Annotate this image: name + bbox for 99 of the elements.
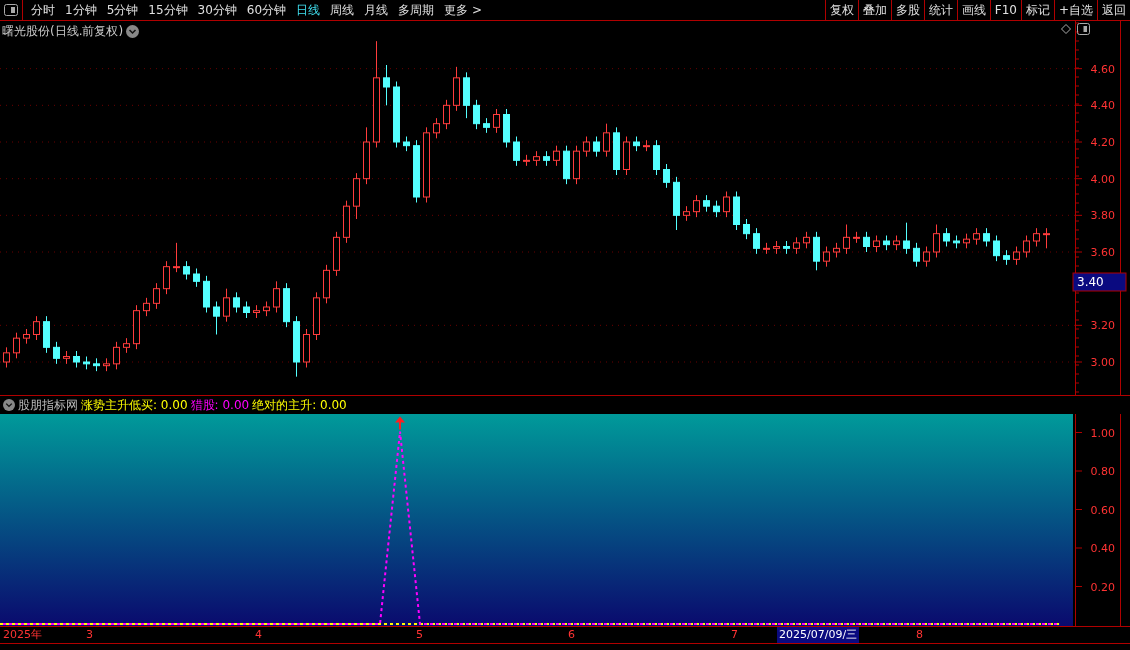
candlestick	[173, 242, 180, 273]
toolbar-button[interactable]: 返回	[1097, 0, 1130, 20]
candlestick	[193, 268, 200, 288]
candlestick	[653, 139, 660, 176]
period-tab[interactable]: 60分钟	[241, 0, 292, 20]
period-tab[interactable]: 日线	[291, 0, 326, 20]
period-tab[interactable]: 分时	[26, 0, 60, 20]
axis-label: 4.00	[1090, 172, 1115, 186]
candlestick	[903, 222, 910, 255]
period-tab[interactable]: 5分钟	[101, 0, 144, 20]
candlestick	[913, 242, 920, 268]
candlestick	[473, 99, 480, 130]
axis-label: 3.80	[1090, 209, 1115, 223]
toolbar-button[interactable]: +自选	[1053, 0, 1097, 20]
toolbar-button[interactable]: F10	[989, 0, 1021, 20]
indicator-readout: 涨势主升低买: 0.00	[81, 397, 188, 414]
period-tab[interactable]: 15分钟	[143, 0, 193, 20]
candlestick	[863, 231, 870, 253]
period-tab[interactable]: 更多 >	[439, 0, 487, 20]
candlestick	[753, 227, 760, 255]
date-label: 4	[255, 627, 262, 643]
candlestick	[723, 191, 730, 218]
candlestick	[663, 163, 670, 189]
period-tab[interactable]: 周线	[325, 0, 360, 20]
toolbar-button[interactable]: 统计	[923, 0, 957, 20]
candlestick	[213, 301, 220, 335]
diamond-icon[interactable]	[1061, 24, 1071, 34]
period-tab[interactable]: 1分钟	[60, 0, 102, 20]
chart-title: 曙光股份(日线.前复权)	[2, 23, 124, 40]
candlestick	[1033, 227, 1040, 247]
axis-label: 0.20	[1090, 580, 1115, 594]
date-label: 6	[568, 627, 575, 643]
arrow-up-icon	[395, 416, 405, 431]
axis-label: 3.60	[1090, 246, 1115, 259]
candlestick	[33, 315, 40, 341]
candlestick	[153, 282, 160, 310]
period-tab[interactable]: 多周期	[393, 0, 440, 20]
price-cursor-label: 3.40	[1072, 272, 1127, 292]
candlestick	[183, 260, 190, 280]
candlestick	[443, 99, 450, 130]
period-tab[interactable]: 30分钟	[192, 0, 242, 20]
chevron-down-icon[interactable]	[126, 24, 140, 38]
candlestick	[273, 280, 280, 313]
candlestick	[923, 246, 930, 268]
indicator-readout: 猎股: 0.00	[190, 397, 250, 414]
candlestick	[823, 246, 830, 268]
toolbar-button[interactable]: 标记	[1020, 0, 1054, 20]
date-label: 7	[731, 627, 738, 643]
axis-label: 4.20	[1090, 136, 1115, 149]
candlestick	[603, 123, 610, 158]
candlestick	[53, 341, 60, 365]
chevron-down-icon[interactable]	[3, 399, 15, 411]
candlestick	[233, 291, 240, 313]
candlestick	[13, 332, 20, 359]
candlestick	[513, 136, 520, 167]
candlestick	[433, 117, 440, 139]
axis-label: 0.60	[1090, 503, 1115, 517]
candlestick	[843, 224, 850, 255]
axis-label: 3.20	[1090, 319, 1115, 333]
candlestick	[813, 231, 820, 271]
period-tab[interactable]: 月线	[359, 0, 394, 20]
toolbar-button[interactable]: 复权	[824, 0, 858, 20]
candlestick	[1043, 227, 1050, 249]
candlestick	[1023, 235, 1030, 258]
indicator-name: 股朋指标网	[18, 397, 78, 414]
toolbar-button[interactable]: 多股	[890, 0, 924, 20]
indicator-readout: 绝对的主升: 0.00	[252, 397, 347, 414]
date-label: 5	[416, 627, 423, 643]
axis-label: 4.60	[1090, 62, 1115, 76]
candlestick	[943, 227, 950, 247]
candlestick	[933, 224, 940, 258]
axis-label: 0.40	[1090, 542, 1115, 555]
candlestick	[743, 218, 750, 240]
date-label: 8	[916, 627, 923, 643]
candlestick	[113, 341, 120, 370]
axis-label: 0.80	[1090, 465, 1115, 478]
toolbar-button[interactable]: 画线	[956, 0, 990, 20]
date-label: 2025年	[3, 627, 42, 643]
candlestick	[593, 136, 600, 158]
candlestick	[163, 260, 170, 295]
panel-toggle-icon[interactable]	[1077, 23, 1090, 35]
candlestick	[693, 194, 700, 218]
candlestick	[3, 346, 10, 368]
candlestick	[993, 235, 1000, 262]
candlestick	[983, 227, 990, 247]
axis-label: 1.00	[1090, 426, 1115, 440]
candlestick	[223, 288, 230, 323]
candlestick	[583, 136, 590, 158]
axis-label: 4.40	[1090, 99, 1115, 113]
candlestick	[1013, 246, 1020, 266]
candlestick	[493, 108, 500, 134]
axis-label: 3.00	[1090, 356, 1115, 369]
toolbar-button[interactable]: 叠加	[857, 0, 891, 20]
date-label: 3	[86, 627, 93, 643]
candlestick	[383, 64, 390, 106]
panel-toggle-icon[interactable]	[4, 4, 18, 16]
cursor-date-label: 2025/07/09/三	[777, 627, 860, 643]
candlestick	[143, 297, 150, 317]
candlestick	[553, 145, 560, 167]
